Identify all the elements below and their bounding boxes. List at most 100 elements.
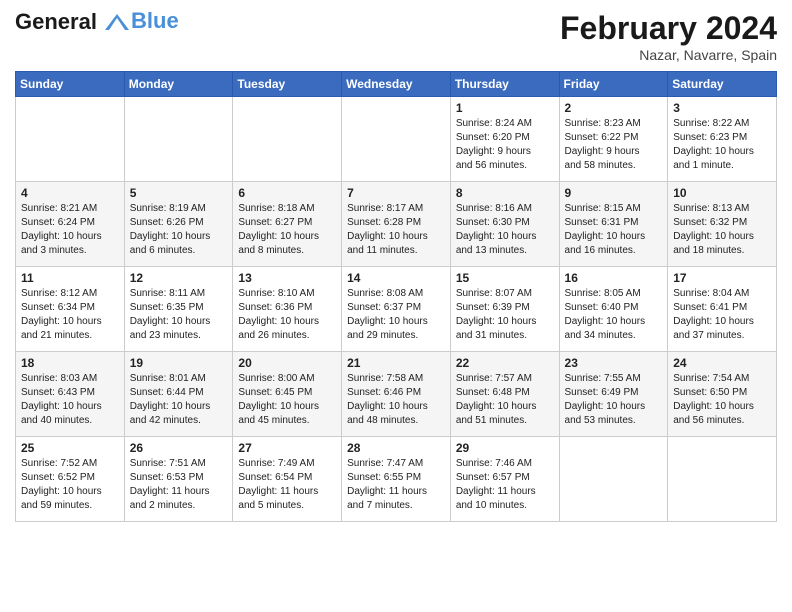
location-subtitle: Nazar, Navarre, Spain — [560, 47, 777, 63]
day-number: 24 — [673, 356, 771, 370]
calendar-cell: 13 Sunrise: 8:10 AM Sunset: 6:36 PM Dayli… — [233, 267, 342, 352]
calendar-cell: 26Sunrise: 7:51 AM Sunset: 6:53 PM Dayli… — [124, 437, 233, 522]
day-number: 17 — [673, 271, 771, 285]
day-number: 8 — [456, 186, 554, 200]
day-number: 22 — [456, 356, 554, 370]
week-row-1: 1 Sunrise: 8:24 AM Sunset: 6:20 PM Daylig… — [16, 97, 777, 182]
day-info: Sunrise: 8:10 AM Sunset: 6:36 PM Dayligh… — [238, 287, 336, 343]
calendar-header: SundayMondayTuesdayWednesdayThursdayFrid… — [16, 72, 777, 97]
day-info: Sunrise: 8:00 AM Sunset: 6:45 PM Dayligh… — [238, 372, 336, 428]
calendar-cell: 2 Sunrise: 8:23 AM Sunset: 6:22 PM Daylig… — [559, 97, 668, 182]
day-info: Sunrise: 8:16 AM Sunset: 6:30 PM Dayligh… — [456, 202, 554, 258]
day-info: Sunrise: 8:12 AM Sunset: 6:34 PM Dayligh… — [21, 287, 119, 343]
calendar-cell: 21 Sunrise: 7:58 AM Sunset: 6:46 PM Dayli… — [342, 352, 451, 437]
calendar-cell: 28Sunrise: 7:47 AM Sunset: 6:55 PM Dayli… — [342, 437, 451, 522]
day-number: 13 — [238, 271, 336, 285]
day-number: 16 — [565, 271, 663, 285]
day-info: Sunrise: 7:57 AM Sunset: 6:48 PM Dayligh… — [456, 372, 554, 428]
day-info: Sunrise: 7:47 AM Sunset: 6:55 PM Dayligh… — [347, 457, 445, 513]
day-info: Sunrise: 8:04 AM Sunset: 6:41 PM Dayligh… — [673, 287, 771, 343]
day-info: Sunrise: 8:21 AM Sunset: 6:24 PM Dayligh… — [21, 202, 119, 258]
day-info: Sunrise: 8:07 AM Sunset: 6:39 PM Dayligh… — [456, 287, 554, 343]
day-info: Sunrise: 8:17 AM Sunset: 6:28 PM Dayligh… — [347, 202, 445, 258]
week-row-3: 11Sunrise: 8:12 AM Sunset: 6:34 PM Dayli… — [16, 267, 777, 352]
calendar-cell: 8 Sunrise: 8:16 AM Sunset: 6:30 PM Daylig… — [450, 182, 559, 267]
day-number: 25 — [21, 441, 119, 455]
day-number: 19 — [130, 356, 228, 370]
calendar-cell: 9 Sunrise: 8:15 AM Sunset: 6:31 PM Daylig… — [559, 182, 668, 267]
day-number: 12 — [130, 271, 228, 285]
header-day-friday: Friday — [559, 72, 668, 97]
day-info: Sunrise: 8:22 AM Sunset: 6:23 PM Dayligh… — [673, 117, 771, 173]
header-day-saturday: Saturday — [668, 72, 777, 97]
calendar-cell: 11Sunrise: 8:12 AM Sunset: 6:34 PM Dayli… — [16, 267, 125, 352]
header-day-sunday: Sunday — [16, 72, 125, 97]
day-number: 29 — [456, 441, 554, 455]
day-info: Sunrise: 8:24 AM Sunset: 6:20 PM Dayligh… — [456, 117, 554, 173]
calendar-cell: 15 Sunrise: 8:07 AM Sunset: 6:39 PM Dayli… — [450, 267, 559, 352]
day-number: 1 — [456, 101, 554, 115]
day-number: 5 — [130, 186, 228, 200]
calendar-cell: 20Sunrise: 8:00 AM Sunset: 6:45 PM Dayli… — [233, 352, 342, 437]
day-info: Sunrise: 8:08 AM Sunset: 6:37 PM Dayligh… — [347, 287, 445, 343]
calendar-cell: 4Sunrise: 8:21 AM Sunset: 6:24 PM Daylig… — [16, 182, 125, 267]
calendar-cell — [559, 437, 668, 522]
day-number: 9 — [565, 186, 663, 200]
header-day-wednesday: Wednesday — [342, 72, 451, 97]
calendar-cell: 12 Sunrise: 8:11 AM Sunset: 6:35 PM Dayli… — [124, 267, 233, 352]
calendar-cell: 29 Sunrise: 7:46 AM Sunset: 6:57 PM Dayli… — [450, 437, 559, 522]
day-info: Sunrise: 8:03 AM Sunset: 6:43 PM Dayligh… — [21, 372, 119, 428]
calendar-cell: 27 Sunrise: 7:49 AM Sunset: 6:54 PM Dayli… — [233, 437, 342, 522]
day-info: Sunrise: 8:05 AM Sunset: 6:40 PM Dayligh… — [565, 287, 663, 343]
calendar-cell: 23 Sunrise: 7:55 AM Sunset: 6:49 PM Dayli… — [559, 352, 668, 437]
day-info: Sunrise: 7:58 AM Sunset: 6:46 PM Dayligh… — [347, 372, 445, 428]
calendar-cell: 18 Sunrise: 8:03 AM Sunset: 6:43 PM Dayli… — [16, 352, 125, 437]
calendar-cell: 25 Sunrise: 7:52 AM Sunset: 6:52 PM Dayli… — [16, 437, 125, 522]
day-number: 2 — [565, 101, 663, 115]
calendar-cell — [124, 97, 233, 182]
day-info: Sunrise: 7:55 AM Sunset: 6:49 PM Dayligh… — [565, 372, 663, 428]
title-block: February 2024 Nazar, Navarre, Spain — [560, 10, 777, 63]
calendar-cell: 19 Sunrise: 8:01 AM Sunset: 6:44 PM Dayli… — [124, 352, 233, 437]
logo-text: General — [15, 9, 131, 34]
day-number: 10 — [673, 186, 771, 200]
day-info: Sunrise: 8:11 AM Sunset: 6:35 PM Dayligh… — [130, 287, 228, 343]
header-day-monday: Monday — [124, 72, 233, 97]
day-number: 26 — [130, 441, 228, 455]
calendar-cell: 7 Sunrise: 8:17 AM Sunset: 6:28 PM Daylig… — [342, 182, 451, 267]
day-info: Sunrise: 7:46 AM Sunset: 6:57 PM Dayligh… — [456, 457, 554, 513]
calendar-cell: 6 Sunrise: 8:18 AM Sunset: 6:27 PM Daylig… — [233, 182, 342, 267]
calendar-cell — [668, 437, 777, 522]
day-info: Sunrise: 7:49 AM Sunset: 6:54 PM Dayligh… — [238, 457, 336, 513]
day-number: 6 — [238, 186, 336, 200]
day-number: 7 — [347, 186, 445, 200]
header-day-thursday: Thursday — [450, 72, 559, 97]
calendar-cell: 1 Sunrise: 8:24 AM Sunset: 6:20 PM Daylig… — [450, 97, 559, 182]
calendar-cell: 16 Sunrise: 8:05 AM Sunset: 6:40 PM Dayli… — [559, 267, 668, 352]
calendar-cell — [16, 97, 125, 182]
day-info: Sunrise: 8:23 AM Sunset: 6:22 PM Dayligh… — [565, 117, 663, 173]
day-number: 18 — [21, 356, 119, 370]
day-number: 23 — [565, 356, 663, 370]
calendar-table: SundayMondayTuesdayWednesdayThursdayFrid… — [15, 71, 777, 522]
calendar-cell: 10 Sunrise: 8:13 AM Sunset: 6:32 PM Dayli… — [668, 182, 777, 267]
day-number: 15 — [456, 271, 554, 285]
calendar-cell: 3Sunrise: 8:22 AM Sunset: 6:23 PM Daylig… — [668, 97, 777, 182]
day-info: Sunrise: 8:15 AM Sunset: 6:31 PM Dayligh… — [565, 202, 663, 258]
header-day-tuesday: Tuesday — [233, 72, 342, 97]
week-row-5: 25 Sunrise: 7:52 AM Sunset: 6:52 PM Dayli… — [16, 437, 777, 522]
day-info: Sunrise: 8:13 AM Sunset: 6:32 PM Dayligh… — [673, 202, 771, 258]
page-header: General Blue February 2024 Nazar, Navarr… — [15, 10, 777, 63]
day-info: Sunrise: 8:18 AM Sunset: 6:27 PM Dayligh… — [238, 202, 336, 258]
calendar-cell: 14Sunrise: 8:08 AM Sunset: 6:37 PM Dayli… — [342, 267, 451, 352]
week-row-4: 18 Sunrise: 8:03 AM Sunset: 6:43 PM Dayli… — [16, 352, 777, 437]
day-number: 21 — [347, 356, 445, 370]
logo: General Blue — [15, 10, 179, 34]
day-number: 27 — [238, 441, 336, 455]
calendar-body: 1 Sunrise: 8:24 AM Sunset: 6:20 PM Daylig… — [16, 97, 777, 522]
day-info: Sunrise: 7:52 AM Sunset: 6:52 PM Dayligh… — [21, 457, 119, 513]
header-row: SundayMondayTuesdayWednesdayThursdayFrid… — [16, 72, 777, 97]
week-row-2: 4Sunrise: 8:21 AM Sunset: 6:24 PM Daylig… — [16, 182, 777, 267]
calendar-cell: 5Sunrise: 8:19 AM Sunset: 6:26 PM Daylig… — [124, 182, 233, 267]
day-info: Sunrise: 8:01 AM Sunset: 6:44 PM Dayligh… — [130, 372, 228, 428]
